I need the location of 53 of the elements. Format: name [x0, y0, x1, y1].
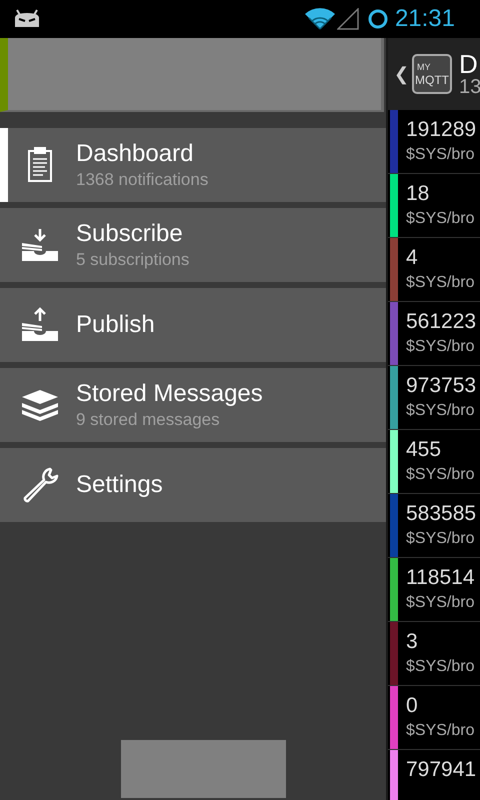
drawer-menu-item[interactable]: Stored Messages 9 stored messages [0, 368, 386, 442]
android-robot-icon [13, 8, 41, 30]
back-chevron[interactable]: ❮ [394, 60, 409, 88]
message-row[interactable]: 118514 $SYS/bro [388, 558, 480, 622]
message-topic: $SYS/bro [406, 401, 476, 421]
menu-item-subtitle: 5 subscriptions [76, 249, 190, 271]
message-topic: $SYS/bro [406, 593, 475, 613]
message-row[interactable]: 583585 $SYS/bro [388, 494, 480, 558]
message-row[interactable]: 191289 $SYS/bro [388, 110, 480, 174]
message-topic: $SYS/bro [406, 657, 474, 677]
message-topic: $SYS/bro [406, 337, 476, 357]
message-value: 18 [406, 181, 430, 207]
message-row[interactable]: 973753 $SYS/bro [388, 366, 480, 430]
message-value: 797941 [406, 757, 476, 783]
drawer-menu-item[interactable]: Publish [0, 288, 386, 362]
app-logo[interactable]: MY MQTT [412, 54, 452, 94]
action-bar-title: D [459, 51, 479, 77]
message-topic: $SYS/bro [406, 529, 476, 549]
status-time: 21:31 [394, 4, 455, 34]
menu-item-title: Subscribe [76, 219, 184, 249]
message-row[interactable]: 561223 $SYS/bro [388, 302, 480, 366]
message-row[interactable]: 4 $SYS/bro [388, 238, 480, 302]
message-value: 3 [406, 629, 419, 655]
message-value: 583585 [406, 501, 476, 527]
drawer-menu-item[interactable]: Dashboard 1368 notifications [0, 128, 386, 202]
wifi-icon [304, 8, 336, 30]
message-topic: $SYS/bro [406, 465, 474, 485]
drawer-menu-item[interactable]: Subscribe 5 subscriptions [0, 208, 386, 282]
message-value: 191289 [406, 117, 476, 143]
menu-item-title: Publish [76, 310, 155, 340]
message-value: 118514 [406, 565, 475, 591]
message-topic: $SYS/bro [406, 209, 474, 229]
message-topic: $SYS/bro [406, 273, 474, 293]
message-row[interactable]: 0 $SYS/bro [388, 686, 480, 750]
message-topic: $SYS/bro [406, 721, 474, 741]
message-value: 455 [406, 437, 442, 463]
menu-item-title: Stored Messages [76, 379, 263, 409]
menu-item-title: Settings [76, 470, 163, 500]
message-row[interactable]: 3 $SYS/bro [388, 622, 480, 686]
sync-circle-icon [366, 8, 389, 30]
menu-item-subtitle: 1368 notifications [76, 169, 208, 191]
menu-item-title: Dashboard [76, 139, 194, 169]
message-value: 0 [406, 693, 419, 719]
message-value: 561223 [406, 309, 476, 335]
message-value: 4 [406, 245, 419, 271]
message-row[interactable]: 455 $SYS/bro [388, 430, 480, 494]
message-topic: $SYS/bro [406, 145, 476, 165]
message-row[interactable]: 18 $SYS/bro [388, 174, 480, 238]
drawer-menu-item[interactable]: Settings [0, 448, 386, 522]
action-bar-subtitle: 13 [459, 77, 480, 97]
menu-item-subtitle: 9 stored messages [76, 409, 221, 431]
message-value: 973753 [406, 373, 476, 399]
signal-icon [336, 8, 359, 30]
